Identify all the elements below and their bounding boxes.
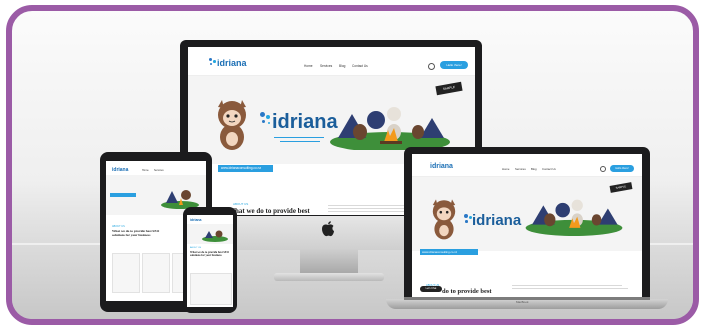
imac-stand-neck xyxy=(300,249,358,273)
tablet-banner xyxy=(110,193,136,197)
site-logo[interactable]: idriana xyxy=(217,58,247,68)
apple-logo-icon xyxy=(321,221,335,237)
nav-home[interactable]: Home xyxy=(304,64,313,68)
url-banner[interactable]: www.idrianaconsulting.co.nz xyxy=(218,165,273,172)
laptop-screen: idriana Home Services Blog Contact Us He… xyxy=(412,154,642,297)
laptop-hero-title: idriana xyxy=(472,212,522,229)
laptop-body-text xyxy=(512,285,628,291)
laptop-campfire xyxy=(524,194,624,236)
hero-underline-2 xyxy=(280,141,320,142)
cta-button[interactable]: Hello there! xyxy=(440,61,468,69)
laptop-chat-button[interactable]: Let's Chat xyxy=(420,286,442,292)
laptop-section-heading: do to provide best xyxy=(442,288,492,295)
laptop-nav-blog[interactable]: Blog xyxy=(531,167,537,171)
laptop-logo[interactable]: idriana xyxy=(430,163,453,170)
showcase-frame: idriana Home Services Blog Contact Us He… xyxy=(6,5,699,325)
nav-contact[interactable]: Contact Us xyxy=(352,64,368,68)
phone-hero-art xyxy=(201,226,229,242)
laptop-search-icon[interactable] xyxy=(600,166,606,172)
nav-services[interactable]: Services xyxy=(320,64,332,68)
phone-card xyxy=(190,273,232,305)
campfire-illustration xyxy=(328,102,452,152)
nav-blog[interactable]: Blog xyxy=(339,64,345,68)
logo-dots-icon xyxy=(209,58,217,68)
laptop-brand: MacBook xyxy=(516,300,529,304)
phone-heading: What we do to provide best SEO solutions… xyxy=(190,251,229,258)
phone-screen: idriana ABOUT US What we do to provide b… xyxy=(187,215,233,307)
laptop-nav-services[interactable]: Services xyxy=(515,167,526,171)
laptop-nav-contact[interactable]: Contact Us xyxy=(542,167,556,171)
tablet-nav-2[interactable]: Services xyxy=(154,169,164,172)
laptop-url-banner[interactable]: www.idrianaconsulting.co.nz xyxy=(420,249,478,255)
laptop-mascot xyxy=(428,196,460,242)
section-heading: What we do to provide best xyxy=(228,207,310,215)
about-label: ABOUT US xyxy=(233,202,249,206)
phone-about-label: ABOUT US xyxy=(190,247,202,249)
tablet-heading: What we do to provide best SEO solutions… xyxy=(112,229,160,237)
laptop-nav-home[interactable]: Home xyxy=(502,167,509,171)
imac-stand-foot xyxy=(274,273,384,281)
tablet-logo[interactable]: idriana xyxy=(112,167,128,173)
tablet-hero-art xyxy=(160,183,200,209)
tablet-about-label: ABOUT US xyxy=(112,225,125,228)
tablet-nav[interactable]: Home xyxy=(142,169,149,172)
mascot-illustration xyxy=(212,97,252,152)
search-icon[interactable] xyxy=(428,63,435,70)
phone-logo[interactable]: idriana xyxy=(190,218,201,222)
hero-underline xyxy=(274,137,324,138)
laptop-cta-button[interactable]: Hello there! xyxy=(610,165,634,172)
